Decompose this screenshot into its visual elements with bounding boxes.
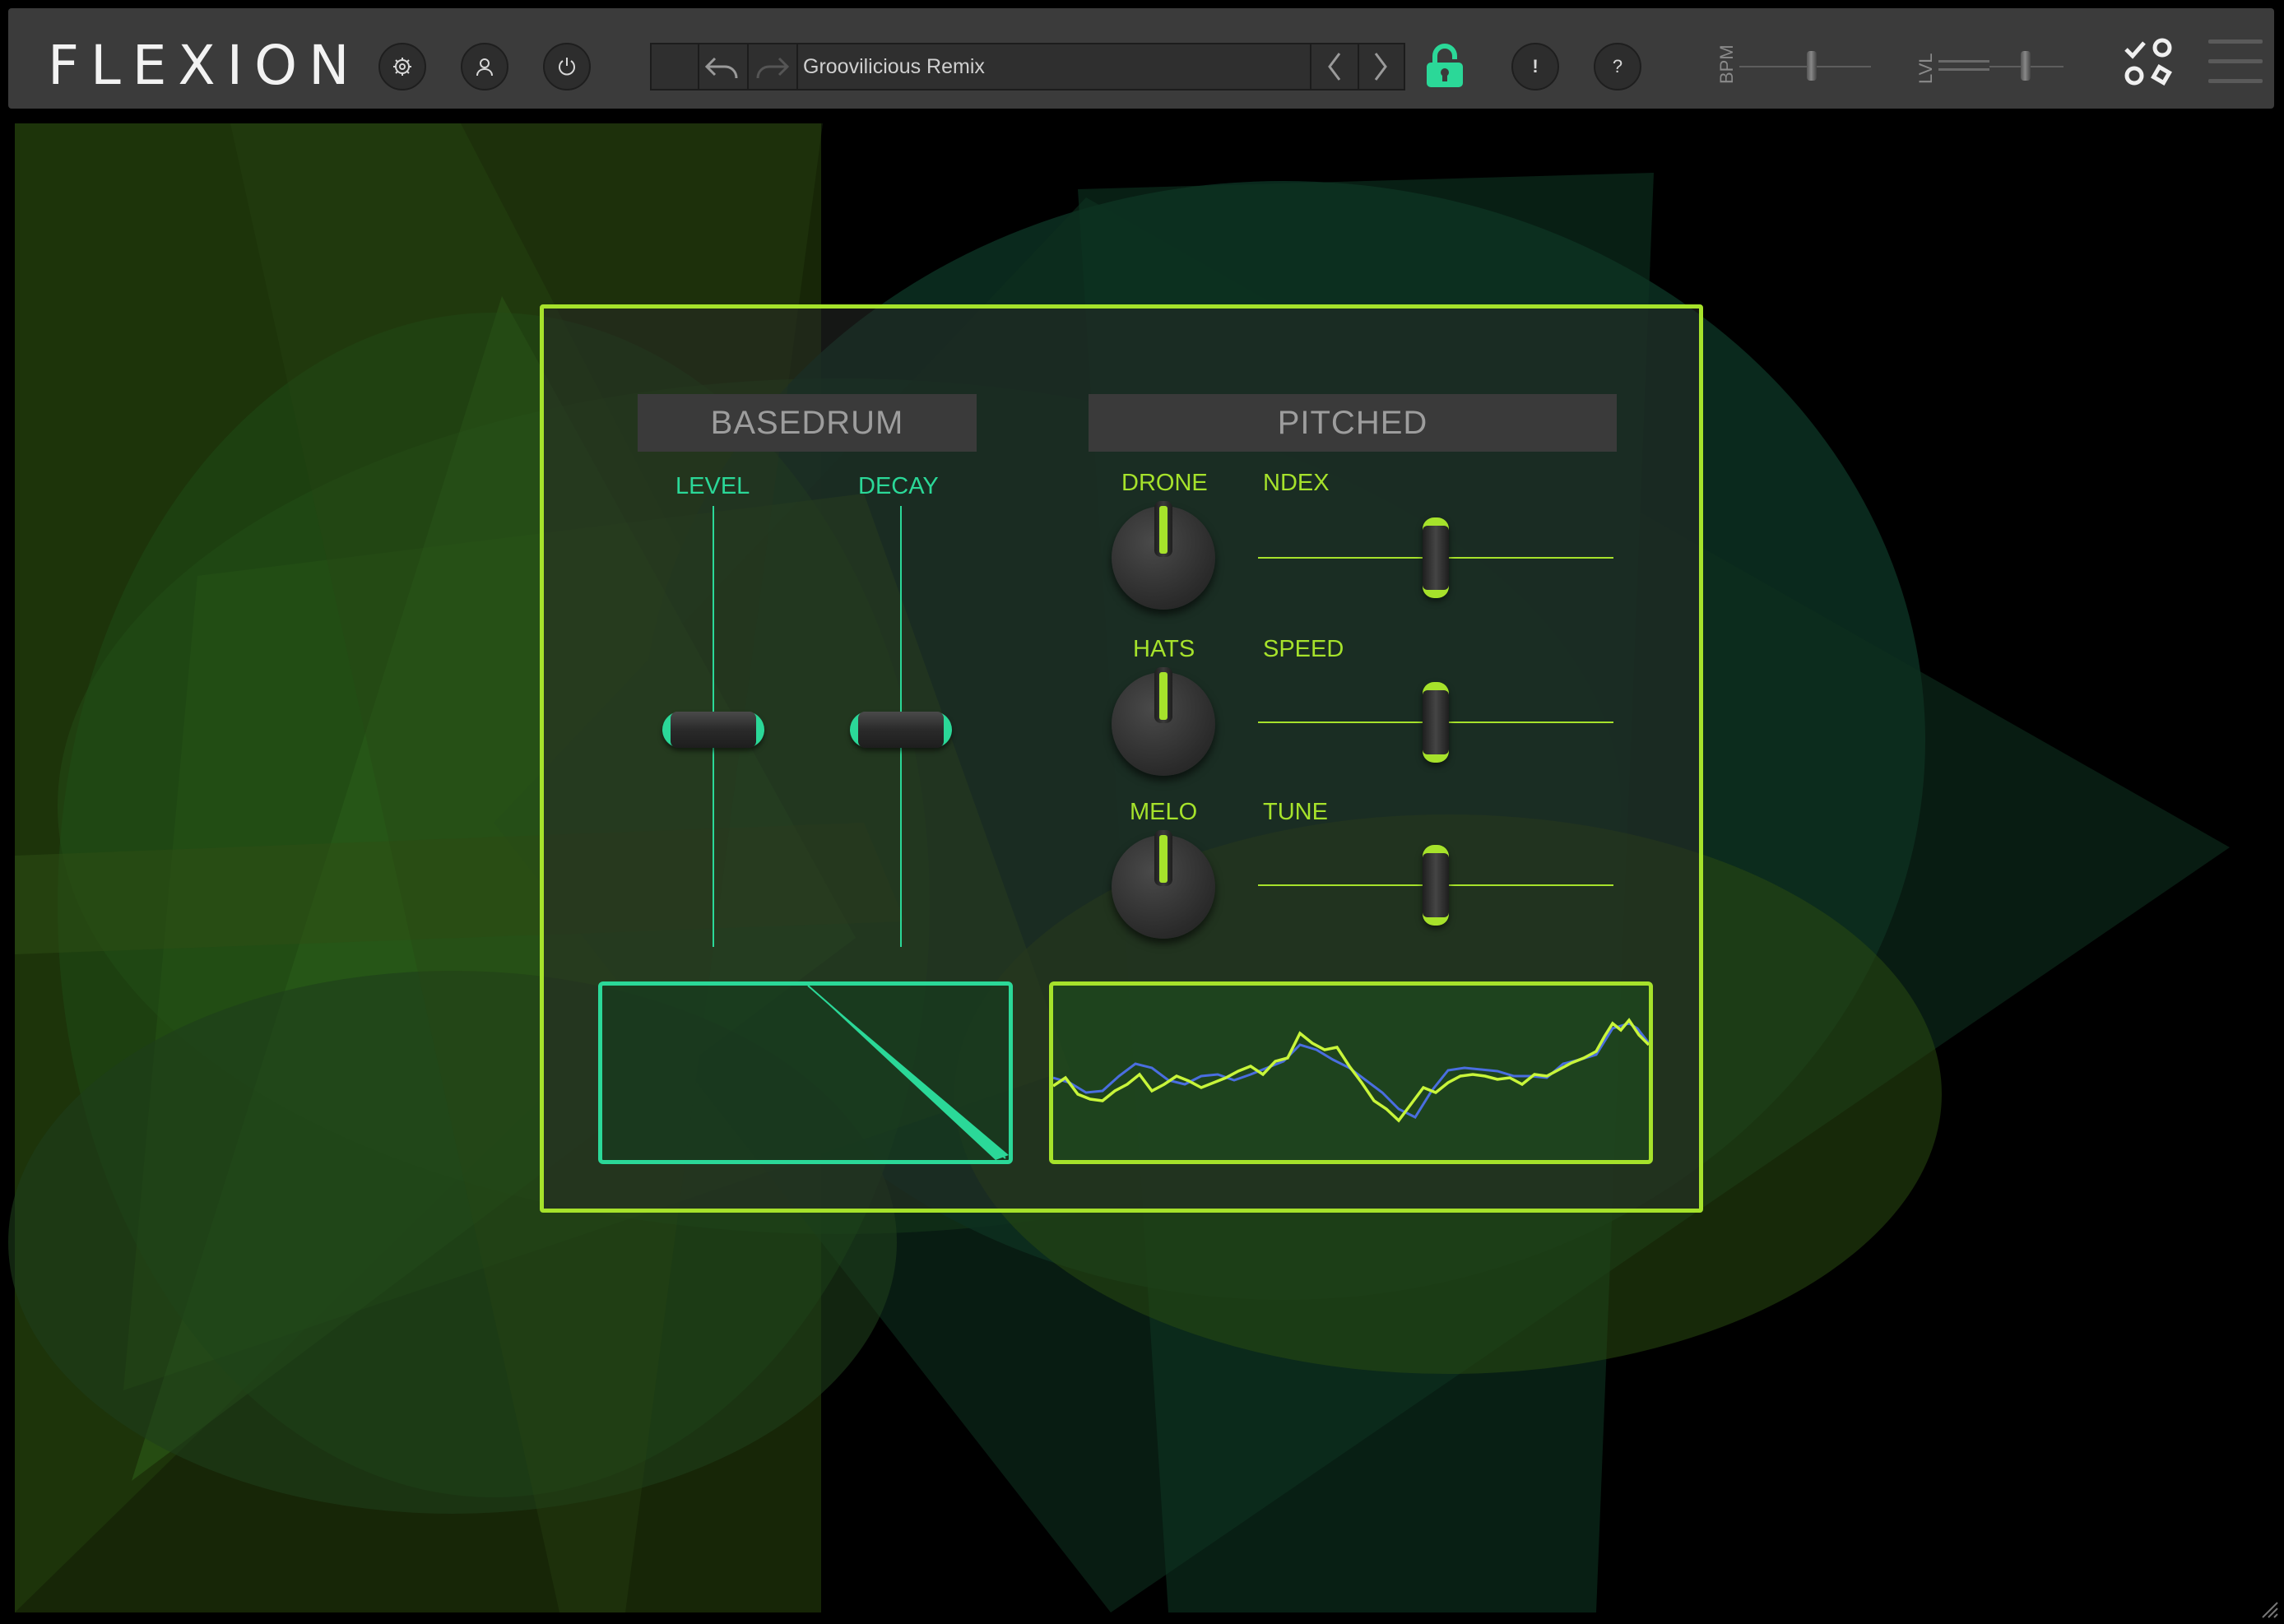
- info-button[interactable]: !: [1511, 43, 1559, 90]
- lvl-label: LVL: [1915, 53, 1936, 84]
- speed-label: SPEED: [1263, 636, 1344, 662]
- lvl-meter-bar: [1938, 60, 1989, 63]
- top-toolbar: FLEXION Groovilicious Remix ! ? BPM LVL: [8, 8, 2274, 109]
- settings-button[interactable]: [378, 43, 426, 90]
- pitched-header: PITCHED: [1089, 394, 1617, 452]
- account-button[interactable]: [461, 43, 508, 90]
- lvl-handle[interactable]: [2021, 51, 2031, 81]
- next-preset-button[interactable]: [1358, 44, 1404, 89]
- menu-icon: [2208, 39, 2263, 44]
- bpm-label: BPM: [1716, 44, 1737, 84]
- resize-grip-icon: [2262, 1602, 2278, 1618]
- preset-name[interactable]: Groovilicious Remix: [803, 44, 985, 89]
- speed-handle-grip: [1423, 690, 1449, 754]
- level-label: LEVEL: [675, 473, 750, 499]
- decay-handle[interactable]: [850, 712, 952, 748]
- menu-button[interactable]: [2208, 36, 2263, 86]
- chevron-left-icon: [1328, 53, 1341, 81]
- level-control[interactable]: LVL: [1910, 33, 2075, 90]
- preset-browser: Groovilicious Remix: [650, 43, 1405, 90]
- level-handle[interactable]: [662, 712, 764, 748]
- bpm-control[interactable]: BPM: [1711, 33, 1876, 90]
- tune-handle[interactable]: [1423, 845, 1449, 926]
- menu-icon: [2208, 79, 2263, 83]
- shapes-icon: [2124, 38, 2172, 86]
- lock-button[interactable]: [1422, 43, 1468, 90]
- melo-knob-pointer: [1154, 830, 1172, 886]
- drone-knob-pointer: [1154, 501, 1172, 557]
- info-label: !: [1532, 56, 1539, 77]
- speed-handle[interactable]: [1423, 682, 1449, 763]
- hats-knob[interactable]: [1112, 667, 1215, 776]
- basedrum-header: BASEDRUM: [638, 394, 977, 452]
- menu-icon: [2208, 59, 2263, 63]
- power-button[interactable]: [543, 43, 591, 90]
- resize-grip[interactable]: [2259, 1599, 2279, 1619]
- chevron-right-icon: [1374, 53, 1387, 81]
- help-label: ?: [1612, 56, 1623, 77]
- help-button[interactable]: ?: [1594, 43, 1641, 90]
- level-handle-grip: [671, 712, 756, 748]
- redo-button[interactable]: [747, 44, 798, 89]
- instrument-panel: BASEDRUM LEVEL DECAY PITCHED DRONE HATS …: [540, 304, 1703, 1213]
- waveform-graph: [1053, 1018, 1649, 1123]
- tune-label: TUNE: [1263, 799, 1328, 825]
- bpm-handle[interactable]: [1807, 51, 1817, 81]
- randomize-button[interactable]: [2119, 33, 2177, 90]
- redo-icon: [756, 57, 790, 79]
- ndex-handle-grip: [1423, 526, 1449, 590]
- envelope-display: [598, 981, 1013, 1164]
- lvl-meter-bar: [1938, 68, 1989, 71]
- previous-preset-button[interactable]: [1310, 44, 1359, 89]
- user-icon: [476, 58, 493, 77]
- ndex-label: NDEX: [1263, 470, 1330, 496]
- waveform-lime-line: [1053, 1018, 1649, 1123]
- drone-knob[interactable]: [1112, 501, 1215, 610]
- melo-knob[interactable]: [1112, 830, 1215, 939]
- hats-label: HATS: [1133, 636, 1195, 662]
- bpm-track: [1739, 66, 1871, 67]
- undo-icon: [704, 57, 738, 79]
- tune-handle-grip: [1423, 853, 1449, 917]
- hats-knob-pointer: [1154, 667, 1172, 723]
- waveform-display: [1049, 981, 1653, 1164]
- decay-handle-grip: [858, 712, 944, 748]
- gear-icon: [393, 58, 411, 76]
- ndex-handle[interactable]: [1423, 517, 1449, 598]
- decay-label: DECAY: [858, 473, 939, 499]
- lock-open-icon: [1427, 44, 1463, 87]
- undo-button[interactable]: [698, 44, 749, 89]
- preset-menu-button[interactable]: [652, 44, 699, 89]
- envelope-graph: [807, 986, 1009, 1160]
- melo-label: MELO: [1130, 799, 1198, 825]
- drone-label: DRONE: [1121, 470, 1208, 496]
- app-logo: FLEXION: [48, 34, 361, 97]
- power-icon: [559, 58, 575, 76]
